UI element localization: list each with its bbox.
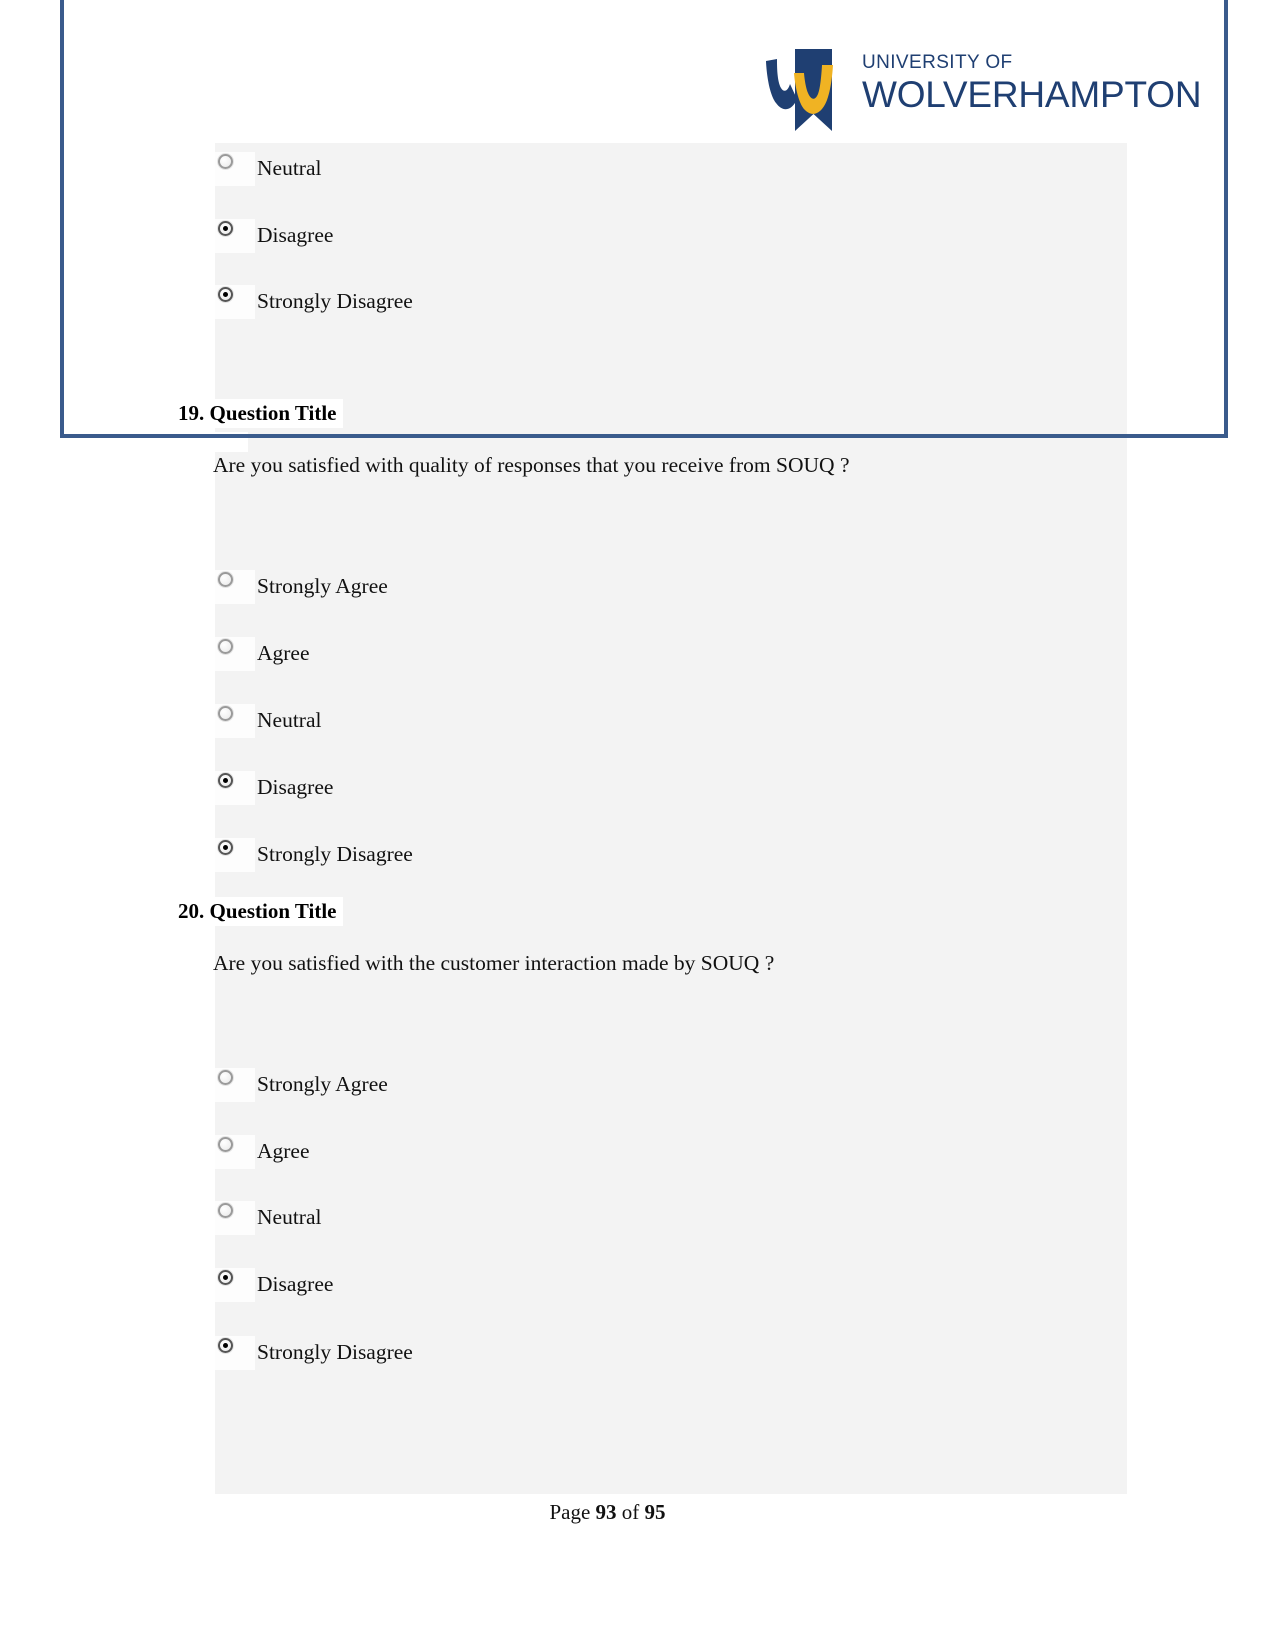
- document-page: UNIVERSITY OF WOLVERHAMPTON Neutral Disa…: [0, 0, 1275, 1650]
- radio-button-icon[interactable]: [218, 706, 233, 721]
- radio-cell[interactable]: [215, 1135, 255, 1169]
- logo-wordmark: UNIVERSITY OF WOLVERHAMPTON: [862, 47, 1202, 115]
- radio-button-icon[interactable]: [218, 1203, 233, 1218]
- footer-middle: of: [616, 1500, 645, 1524]
- option-row[interactable]: Strongly Agree: [215, 570, 388, 604]
- option-label: Disagree: [257, 775, 334, 800]
- option-label: Neutral: [257, 708, 322, 733]
- option-row[interactable]: Disagree: [215, 219, 333, 253]
- option-label: Strongly Agree: [257, 1072, 388, 1097]
- radio-cell[interactable]: [215, 1268, 255, 1302]
- option-row[interactable]: Disagree: [215, 1268, 333, 1302]
- radio-cell[interactable]: [215, 1201, 255, 1235]
- option-row[interactable]: Strongly Agree: [215, 1068, 388, 1102]
- radio-cell[interactable]: [215, 771, 255, 805]
- radio-button-icon[interactable]: [218, 287, 233, 302]
- radio-button-icon[interactable]: [218, 639, 233, 654]
- question-title: 20. Question Title: [178, 897, 343, 926]
- question-title: 19. Question Title: [178, 399, 343, 428]
- option-row[interactable]: Disagree: [215, 771, 333, 805]
- option-label: Strongly Agree: [257, 574, 388, 599]
- radio-cell[interactable]: [215, 570, 255, 604]
- radio-button-icon[interactable]: [218, 1070, 233, 1085]
- radio-button-icon[interactable]: [218, 221, 233, 236]
- radio-cell[interactable]: [215, 152, 255, 186]
- radio-button-icon[interactable]: [218, 572, 233, 587]
- option-label: Strongly Disagree: [257, 842, 413, 867]
- radio-cell[interactable]: [215, 637, 255, 671]
- footer-prefix: Page: [549, 1500, 596, 1524]
- option-label: Agree: [257, 641, 310, 666]
- radio-button-icon[interactable]: [218, 773, 233, 788]
- option-label: Neutral: [257, 1205, 322, 1230]
- option-label: Neutral: [257, 156, 322, 181]
- band-notch: [215, 432, 248, 452]
- radio-cell[interactable]: [215, 1336, 255, 1370]
- radio-cell[interactable]: [215, 838, 255, 872]
- university-logo: UNIVERSITY OF WOLVERHAMPTON: [760, 47, 1202, 145]
- option-row[interactable]: Agree: [215, 1135, 310, 1169]
- option-row[interactable]: Strongly Disagree: [215, 838, 413, 872]
- option-label: Strongly Disagree: [257, 1340, 413, 1365]
- wolverhampton-w-ribbon-icon: [760, 47, 850, 145]
- radio-button-icon[interactable]: [218, 154, 233, 169]
- option-row[interactable]: Agree: [215, 637, 310, 671]
- radio-button-icon[interactable]: [218, 1137, 233, 1152]
- option-label: Agree: [257, 1139, 310, 1164]
- question-text: Are you satisfied with quality of respon…: [213, 453, 850, 477]
- footer-total-pages: 95: [644, 1500, 666, 1524]
- footer-current-page: 93: [595, 1500, 617, 1524]
- radio-button-icon[interactable]: [218, 840, 233, 855]
- option-row[interactable]: Neutral: [215, 1201, 321, 1235]
- option-row[interactable]: Neutral: [215, 704, 321, 738]
- option-label: Disagree: [257, 223, 334, 248]
- radio-cell[interactable]: [215, 285, 255, 319]
- option-label: Disagree: [257, 1272, 334, 1297]
- question-text: Are you satisfied with the customer inte…: [213, 951, 775, 975]
- radio-button-icon[interactable]: [218, 1338, 233, 1353]
- radio-cell[interactable]: [215, 704, 255, 738]
- option-row[interactable]: Strongly Disagree: [215, 1336, 413, 1370]
- option-label: Strongly Disagree: [257, 289, 413, 314]
- option-row[interactable]: Neutral: [215, 152, 321, 186]
- radio-cell[interactable]: [215, 219, 255, 253]
- radio-button-icon[interactable]: [218, 1270, 233, 1285]
- logo-line-1: UNIVERSITY OF: [862, 52, 1013, 73]
- option-row[interactable]: Strongly Disagree: [215, 285, 413, 319]
- radio-cell[interactable]: [215, 1068, 255, 1102]
- logo-line-2: WOLVERHAMPTON: [862, 74, 1202, 115]
- page-footer: Page 93 of 95: [0, 1500, 1215, 1525]
